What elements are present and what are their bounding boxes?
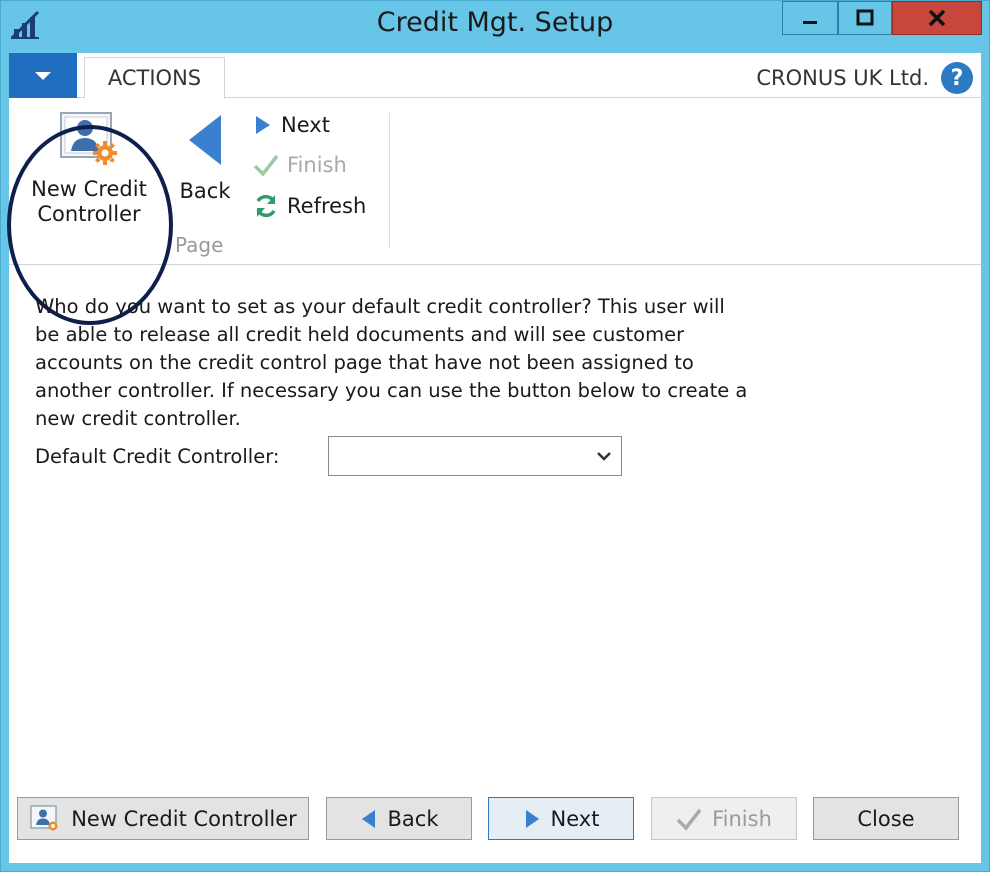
- minimize-button[interactable]: [782, 1, 838, 35]
- minimize-icon: [803, 21, 817, 24]
- close-button[interactable]: Close: [813, 797, 959, 840]
- ribbon-finish-label: Finish: [287, 153, 347, 177]
- arrow-left-icon: [361, 809, 375, 828]
- dialog-client-area: ACTIONS CRONUS UK Ltd. ? New Credit Cont…: [7, 53, 981, 863]
- maximize-button[interactable]: [838, 1, 892, 35]
- dialog-window: Credit Mgt. Setup ACTIONS CRONUS UK Ltd.…: [0, 0, 990, 872]
- ribbon-tab-row: ACTIONS CRONUS UK Ltd. ?: [9, 53, 981, 99]
- refresh-icon: [256, 194, 276, 218]
- ribbon-back-label: Back: [179, 179, 231, 203]
- back-button[interactable]: Back: [326, 797, 472, 840]
- finish-button-label: Finish: [712, 806, 772, 831]
- help-icon[interactable]: ?: [941, 62, 973, 94]
- close-window-button[interactable]: [892, 1, 982, 35]
- arrow-left-icon: [189, 115, 221, 165]
- default-credit-controller-select[interactable]: [328, 436, 622, 476]
- title-bar: Credit Mgt. Setup: [1, 1, 989, 53]
- ribbon-refresh-button[interactable]: Refresh: [253, 190, 366, 222]
- ribbon-next-label: Next: [281, 113, 330, 137]
- checkmark-icon: [253, 154, 279, 177]
- instruction-text: Who do you want to set as your default c…: [35, 295, 748, 430]
- ribbon-group-label-page: Page: [175, 233, 224, 257]
- ribbon-finish-button[interactable]: Finish: [253, 149, 347, 181]
- finish-button[interactable]: Finish: [651, 797, 797, 840]
- ribbon-next-button[interactable]: Next: [253, 109, 330, 141]
- actions-ribbon: New Credit Controller Back Next Finish R…: [7, 99, 981, 325]
- arrow-right-icon: [525, 809, 539, 828]
- close-button-label: Close: [857, 806, 915, 831]
- chevron-down-icon: [35, 71, 51, 80]
- ribbon-separator: [389, 113, 390, 249]
- wizard-content: Who do you want to set as your default c…: [35, 293, 755, 433]
- next-button-label: Next: [550, 806, 600, 831]
- ribbon-back-button[interactable]: Back: [175, 111, 235, 204]
- checkmark-icon: [676, 808, 702, 831]
- tab-actions[interactable]: ACTIONS: [84, 57, 225, 99]
- arrow-right-icon: [256, 116, 270, 134]
- wizard-footer: New Credit Controller Back Next Finish C…: [9, 797, 981, 843]
- default-credit-controller-label: Default Credit Controller:: [35, 444, 280, 468]
- new-credit-controller-button[interactable]: New Credit Controller: [17, 797, 309, 840]
- ribbon-refresh-label: Refresh: [287, 194, 367, 218]
- chevron-down-icon: [597, 452, 611, 461]
- next-button[interactable]: Next: [488, 797, 634, 840]
- user-gear-icon: [30, 804, 58, 830]
- close-icon: [928, 9, 946, 27]
- new-credit-controller-button-label: New Credit Controller: [71, 806, 297, 831]
- back-button-label: Back: [387, 806, 439, 831]
- default-credit-controller-row: Default Credit Controller:: [35, 436, 622, 476]
- maximize-icon: [856, 9, 874, 26]
- company-name: CRONUS UK Ltd.: [756, 66, 929, 90]
- app-menu-button[interactable]: [9, 53, 77, 98]
